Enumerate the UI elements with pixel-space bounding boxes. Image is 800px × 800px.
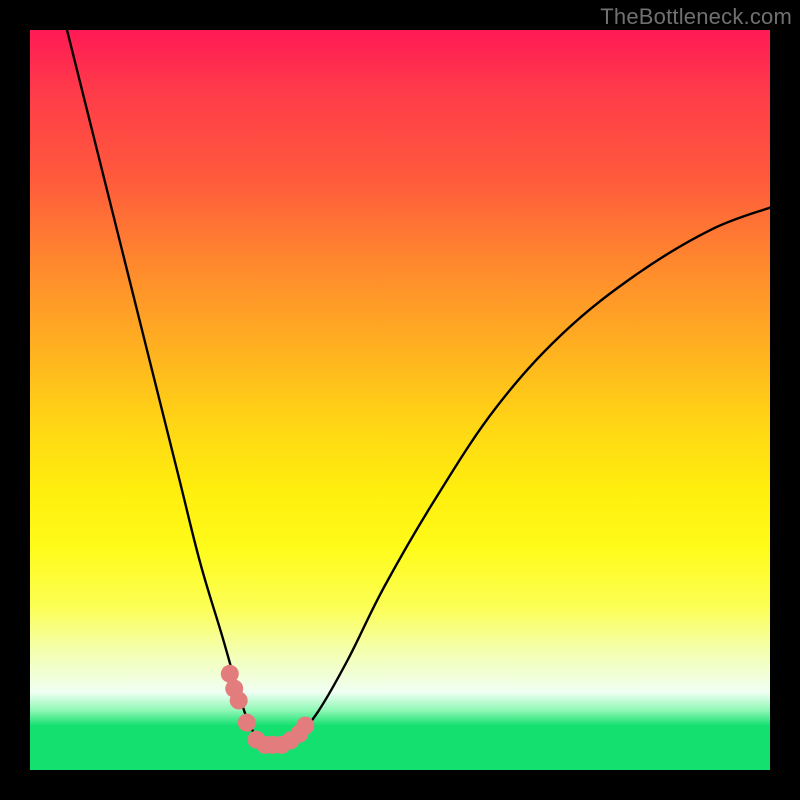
marker-group [221,665,314,754]
marker-dot [230,691,248,709]
bottleneck-points [30,30,770,770]
watermark-text: TheBottleneck.com [600,4,792,30]
marker-dot [296,717,314,735]
plot-area [30,30,770,770]
chart-frame: TheBottleneck.com [0,0,800,800]
marker-dot [238,714,256,732]
